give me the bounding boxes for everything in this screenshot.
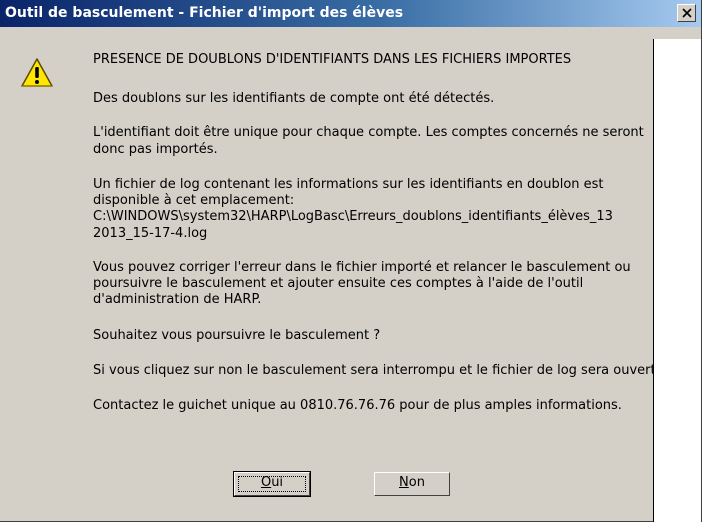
no-button[interactable]: Non — [374, 472, 450, 496]
message-line: Vous pouvez corriger l'erreur dans le fi… — [93, 260, 631, 275]
yes-button[interactable]: Oui — [233, 471, 311, 497]
no-button-label: Non — [399, 475, 425, 490]
message-line: disponible à cet emplacement: — [93, 193, 295, 208]
dialog-window: Outil de basculement - Fichier d'import … — [0, 0, 702, 522]
title-bar[interactable]: Outil de basculement - Fichier d'import … — [0, 0, 701, 27]
message-line: d'administration de HARP. — [93, 292, 262, 307]
log-file-path: C:\WINDOWS\system32\HARP\LogBasc\Erreurs… — [93, 209, 613, 224]
yes-button-label: Oui — [260, 475, 284, 490]
overlapping-white-panel — [653, 39, 701, 522]
log-file-path: 2013_15-17-4.log — [93, 226, 208, 241]
message-heading: PRESENCE DE DOUBLONS D'IDENTIFIANTS DANS… — [93, 52, 572, 67]
message-line: Un fichier de log contenant les informat… — [93, 177, 604, 192]
warning-icon — [21, 58, 53, 87]
message-line: Si vous cliquez sur non le basculement s… — [93, 363, 653, 378]
question-line: Souhaitez vous poursuivre le basculement… — [93, 328, 381, 343]
close-icon — [682, 8, 692, 18]
message-line: donc pas importés. — [93, 142, 218, 157]
message-line: poursuivre le basculement et ajouter ens… — [93, 276, 584, 291]
close-button[interactable] — [677, 4, 696, 22]
message-area: PRESENCE DE DOUBLONS D'IDENTIFIANTS DANS… — [0, 27, 653, 522]
message-line: L'identifiant doit être unique pour chaq… — [93, 125, 644, 140]
message-line: Des doublons sur les identifiants de com… — [93, 91, 495, 106]
contact-line: Contactez le guichet unique au 0810.76.7… — [93, 398, 622, 413]
window-title: Outil de basculement - Fichier d'import … — [5, 5, 404, 21]
